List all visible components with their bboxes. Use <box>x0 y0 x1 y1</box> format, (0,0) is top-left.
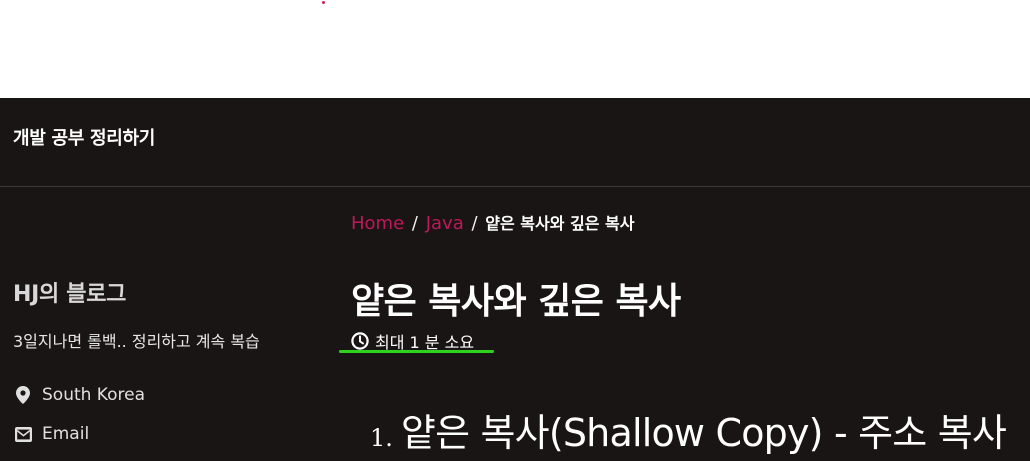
site-title-link[interactable]: 개발 공부 정리하기 <box>13 124 155 150</box>
author-location: South Korea <box>13 383 323 407</box>
author-email-link[interactable]: Email <box>13 422 323 446</box>
author-location-label: South Korea <box>42 385 146 405</box>
page-title: 얕은 복사와 깊은 복사 <box>351 281 681 322</box>
page-body: 개발 공부 정리하기 Home / Java / 얕은 복사와 깊은 복사 HJ… <box>0 98 1030 461</box>
breadcrumb-separator: / <box>471 213 478 234</box>
author-name: HJ의 블로그 <box>13 282 127 307</box>
envelope-icon <box>13 424 33 444</box>
masthead: 개발 공부 정리하기 <box>0 98 1030 187</box>
section-heading-text: 얕은 복사(Shallow Copy) - 주소 복사 <box>400 411 1007 455</box>
breadcrumb-home-link[interactable]: Home <box>351 213 404 234</box>
top-blank-area <box>0 0 1030 98</box>
clock-icon <box>350 331 370 351</box>
author-email-label: Email <box>42 424 90 444</box>
map-marker-icon <box>13 385 33 405</box>
section-heading: 1. 얕은 복사(Shallow Copy) - 주소 복사 <box>370 402 1007 457</box>
author-bio: 3일지나면 롤백.. 정리하고 계속 복습 <box>13 332 260 351</box>
decorative-dot <box>322 1 325 4</box>
breadcrumb: Home / Java / 얕은 복사와 깊은 복사 <box>351 210 634 234</box>
annotation-underline <box>339 350 494 353</box>
author-sidebar: HJ의 블로그 3일지나면 롤백.. 정리하고 계속 복습 South Kore… <box>13 276 323 446</box>
breadcrumb-category-link[interactable]: Java <box>426 213 464 234</box>
breadcrumb-current: 얕은 복사와 깊은 복사 <box>485 214 635 233</box>
breadcrumb-separator: / <box>411 213 418 234</box>
section-number: 1. <box>370 424 393 452</box>
